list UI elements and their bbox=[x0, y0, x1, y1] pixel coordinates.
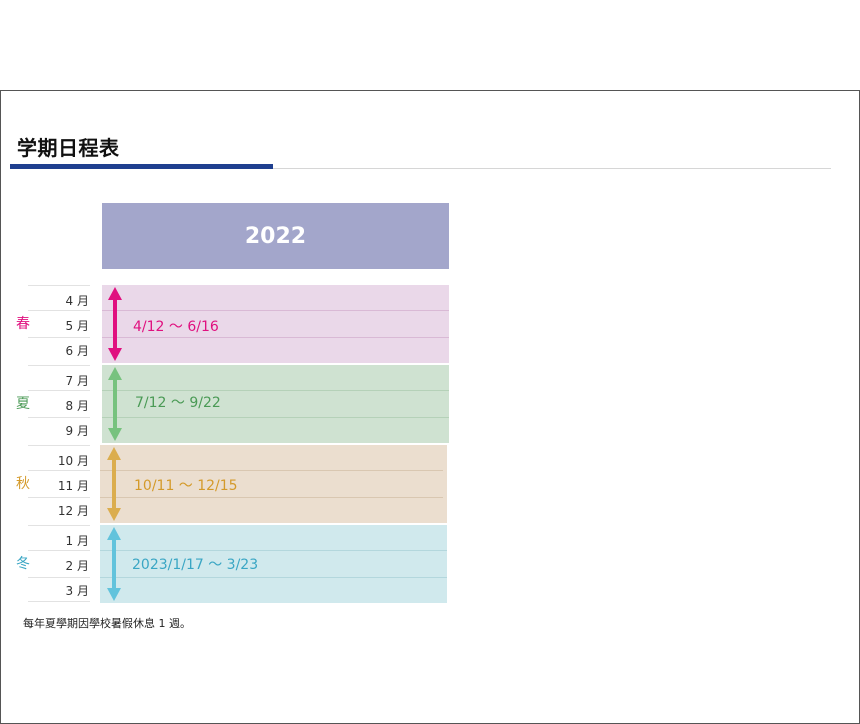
month-divider bbox=[28, 337, 90, 338]
month-divider bbox=[28, 470, 90, 471]
season-band: 10/11 ～ 12/15 bbox=[100, 445, 447, 523]
month-label: 10 月 bbox=[57, 454, 89, 468]
band-divider bbox=[100, 470, 443, 471]
double-arrow-icon bbox=[107, 527, 121, 601]
season-band: 2023/1/17 ～ 3/23 bbox=[100, 525, 447, 603]
month-column: 10 月 11 月 12 月 bbox=[28, 445, 90, 523]
band-divider bbox=[102, 337, 449, 338]
band-divider bbox=[102, 390, 449, 391]
season-band: 7/12 ～ 9/22 bbox=[102, 365, 449, 443]
month-divider bbox=[28, 417, 90, 418]
date-range: 2023/1/17 ～ 3/23 bbox=[132, 557, 259, 573]
season-spring: 春 4 月 5 月 6 月 4/12 ～ 6/16 bbox=[0, 285, 460, 363]
month-divider bbox=[28, 601, 90, 602]
month-divider bbox=[28, 365, 90, 366]
double-arrow-icon bbox=[108, 367, 122, 441]
month-divider bbox=[28, 285, 90, 286]
season-autumn: 秋 10 月 11 月 12 月 10/11 ～ 12/15 bbox=[0, 445, 460, 523]
month-label: 12 月 bbox=[57, 504, 89, 518]
band-divider bbox=[100, 550, 447, 551]
band-divider bbox=[102, 310, 449, 311]
month-divider bbox=[28, 310, 90, 311]
page-title: 学期日程表 bbox=[17, 136, 120, 160]
season-band: 4/12 ～ 6/16 bbox=[102, 285, 449, 363]
title-underline-accent bbox=[10, 164, 273, 169]
month-label: 8 月 bbox=[65, 399, 89, 413]
month-column: 7 月 8 月 9 月 bbox=[28, 365, 90, 443]
month-column: 1 月 2 月 3 月 bbox=[28, 525, 90, 603]
year-header: 2022 bbox=[102, 203, 449, 269]
month-label: 3 月 bbox=[65, 584, 89, 598]
month-divider bbox=[28, 550, 90, 551]
month-label: 5 月 bbox=[65, 319, 89, 333]
month-label: 1 月 bbox=[65, 534, 89, 548]
season-summer: 夏 7 月 8 月 9 月 7/12 ～ 9/22 bbox=[0, 365, 460, 443]
title-underline-rule bbox=[273, 168, 831, 169]
season-winter: 冬 1 月 2 月 3 月 2023/1/17 ～ 3/23 bbox=[0, 525, 460, 603]
month-label: 6 月 bbox=[65, 344, 89, 358]
band-divider bbox=[100, 577, 447, 578]
month-label: 9 月 bbox=[65, 424, 89, 438]
month-label: 7 月 bbox=[65, 374, 89, 388]
month-divider bbox=[28, 445, 90, 446]
date-range: 7/12 ～ 9/22 bbox=[135, 395, 221, 411]
month-divider bbox=[28, 525, 90, 526]
month-divider bbox=[28, 497, 90, 498]
month-divider bbox=[28, 390, 90, 391]
month-divider bbox=[28, 577, 90, 578]
date-range: 10/11 ～ 12/15 bbox=[134, 478, 238, 494]
double-arrow-icon bbox=[108, 287, 122, 361]
band-divider bbox=[102, 417, 449, 418]
year-label: 2022 bbox=[244, 223, 307, 249]
double-arrow-icon bbox=[107, 447, 121, 521]
band-divider bbox=[100, 497, 443, 498]
month-label: 11 月 bbox=[57, 479, 89, 493]
month-label: 2 月 bbox=[65, 559, 89, 573]
date-range: 4/12 ～ 6/16 bbox=[133, 319, 219, 335]
footnote: 每年夏學期因學校暑假休息 1 週。 bbox=[23, 617, 191, 630]
month-column: 4 月 5 月 6 月 bbox=[28, 285, 90, 363]
month-label: 4 月 bbox=[65, 294, 89, 308]
